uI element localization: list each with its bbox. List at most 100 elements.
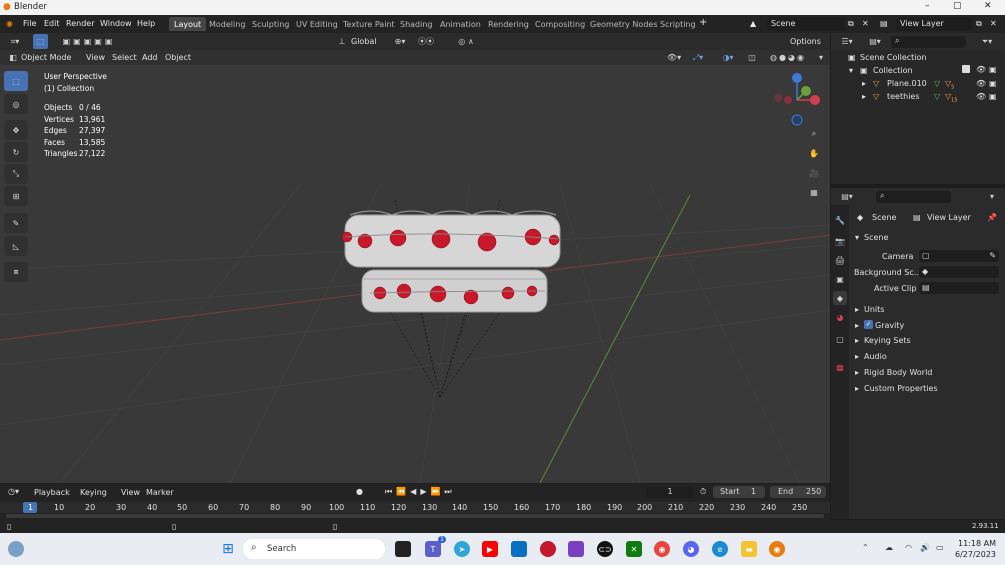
scene-icon[interactable]: ▲ [750,19,756,28]
menu-edit[interactable]: Edit [44,19,60,28]
zoom-icon[interactable]: ⌕ [806,126,822,142]
properties-scene-tab[interactable]: Scene [872,213,896,222]
properties-search-input[interactable]: ⌕ [876,191,951,203]
tab-sculpting[interactable]: Sculpting [247,17,294,31]
record-icon[interactable]: ● [356,487,363,496]
gravity-checkbox[interactable]: ✓ [864,320,873,329]
perspective-toggle-icon[interactable]: ▦ [806,184,822,200]
outliner-search-input[interactable]: ⌕ [891,36,966,48]
navigation-gizmo[interactable] [770,70,830,132]
tab-texture-paint[interactable]: Texture Paint [338,17,400,31]
tab-compositing[interactable]: Compositing [530,17,590,31]
menu-render[interactable]: Render [66,19,94,28]
chrome-icon[interactable]: ◉ [654,541,670,557]
start-frame-field[interactable]: Start 1 [713,486,765,498]
properties-editor-icon[interactable]: ▤▾ [837,190,857,203]
scene-panel-title[interactable]: Scene [864,233,888,242]
blender-taskbar-icon[interactable]: ◉ [769,541,785,557]
tab-shading[interactable]: Shading [395,17,438,31]
transform-orientation-dropdown[interactable]: Global [347,35,385,49]
volume-icon[interactable]: 🔊 [920,543,930,552]
app-red-icon[interactable] [540,541,556,557]
3d-viewport[interactable]: ⬚ ◎ ✥ ↻ ⤡ ⊞ ✎ ◺ ⧈ User Perspective (1) C… [0,65,830,483]
file-explorer-icon[interactable]: ▬ [741,541,757,557]
camera-view-icon[interactable]: 🎥 [806,165,822,181]
xbox-icon[interactable]: ✕ [626,541,642,557]
shading-modes-icon[interactable]: ◍●◕◉ [760,51,816,64]
custom-properties-expand-icon[interactable]: ▸ [855,384,859,393]
menu-help[interactable]: Help [137,19,155,28]
timeline-menu-view[interactable]: View [121,488,140,497]
options-dropdown[interactable]: Options [786,35,826,49]
shading-options-icon[interactable]: ▾ [816,51,826,64]
gizmo-icon[interactable]: ⤢▾ [686,51,710,64]
visibility-icon[interactable]: 👁▾ [664,51,684,64]
collection-tab-icon[interactable]: ▢ [833,332,847,346]
display-mode-icon[interactable]: ▤▾ [865,35,885,48]
stopwatch-icon[interactable]: ⏱ [700,487,706,497]
keying-sets-expand-icon[interactable]: ▸ [855,336,859,345]
plane-render-icon[interactable]: ▣ [989,79,997,88]
store-icon[interactable] [511,541,527,557]
onedrive-icon[interactable]: ☁ [885,543,893,552]
new-view-layer-icon[interactable]: ⧉ [976,19,982,29]
plane-eye-icon[interactable]: 👁 [976,79,986,88]
discord-icon[interactable]: ◕ [683,541,699,557]
edge-icon[interactable]: e [712,541,728,557]
delete-scene-icon[interactable]: ✕ [862,19,869,28]
start-button-icon[interactable]: ⊞ [220,541,236,557]
pin-icon[interactable]: 📌 [987,213,997,222]
task-view-icon[interactable] [395,541,411,557]
view-layer-icon[interactable]: ▤ [880,19,888,28]
tab-geometry-nodes[interactable]: Geometry Nodes [585,17,662,31]
section-rigid-body-world[interactable]: Rigid Body World [864,368,932,377]
section-gravity[interactable]: Gravity [875,321,904,330]
collection-render-icon[interactable]: ▣ [989,65,997,74]
audio-expand-icon[interactable]: ▸ [855,352,859,361]
battery-icon[interactable]: ▭ [936,543,944,552]
timeline-menu-keying[interactable]: Keying [80,488,107,497]
pan-hand-icon[interactable]: ✋ [806,145,822,161]
minimize-button[interactable]: – [925,1,930,11]
collection-expand-icon[interactable]: ▾ [849,66,853,75]
proportional-edit-icon[interactable]: ◎ ∧ [450,35,482,48]
tab-uv-editing[interactable]: UV Editing [291,17,343,31]
wifi-icon[interactable]: ◠ [905,543,912,552]
viewport-menu-add[interactable]: Add [142,53,158,62]
select-tool-icon[interactable]: ⬚ [4,71,28,91]
annotate-tool-icon[interactable]: ✎ [4,213,28,233]
background-scene-field[interactable]: ◆ [919,266,999,278]
playback-controls[interactable]: ⏮⏪◀▶⏩⏭ [385,487,456,497]
outliner-object-plane[interactable]: Plane.010 [887,79,927,88]
rotate-tool-icon[interactable]: ↻ [4,142,28,162]
collection-eye-icon[interactable]: 👁 [976,65,986,74]
scale-tool-icon[interactable]: ⤡ [4,164,28,184]
editor-type-icon[interactable]: ⌗▾ [6,35,24,48]
current-frame-field[interactable]: 1 [646,486,694,498]
section-audio[interactable]: Audio [864,352,887,361]
pivot-point-icon[interactable]: ⊕▾ [390,35,410,48]
outliner-editor-icon[interactable]: ☰▾ [837,35,857,48]
section-custom-properties[interactable]: Custom Properties [864,384,938,393]
scene-tab-icon[interactable]: ◆ [833,291,847,305]
view-layer-selector[interactable]: View Layer [896,17,972,31]
telegram-icon[interactable]: ➤ [454,541,470,557]
viewport-menu-view[interactable]: View [86,53,105,62]
texture-tab-icon[interactable]: ▩ [833,360,847,374]
rigid-body-expand-icon[interactable]: ▸ [855,368,859,377]
eyedropper-icon[interactable]: ✎ [989,251,996,260]
viewport-menu-object[interactable]: Object [165,53,191,62]
menu-file[interactable]: File [23,19,36,28]
add-cube-tool-icon[interactable]: ⧈ [4,262,28,282]
collection-checkbox[interactable] [962,65,970,73]
section-units[interactable]: Units [864,305,884,314]
tool-tab-icon[interactable]: 🔧 [833,213,847,227]
render-tab-icon[interactable]: 📷 [833,234,847,248]
scene-selector[interactable]: Scene [767,17,845,31]
maximize-button[interactable]: ▢ [953,1,962,11]
timeline-scrollbar[interactable] [6,514,824,518]
clock-time[interactable]: 11:18 AM [958,539,996,548]
teethies-eye-icon[interactable]: 👁 [976,92,986,101]
tab-layout[interactable]: Layout [169,17,207,31]
world-tab-icon[interactable]: ◕ [833,310,847,324]
